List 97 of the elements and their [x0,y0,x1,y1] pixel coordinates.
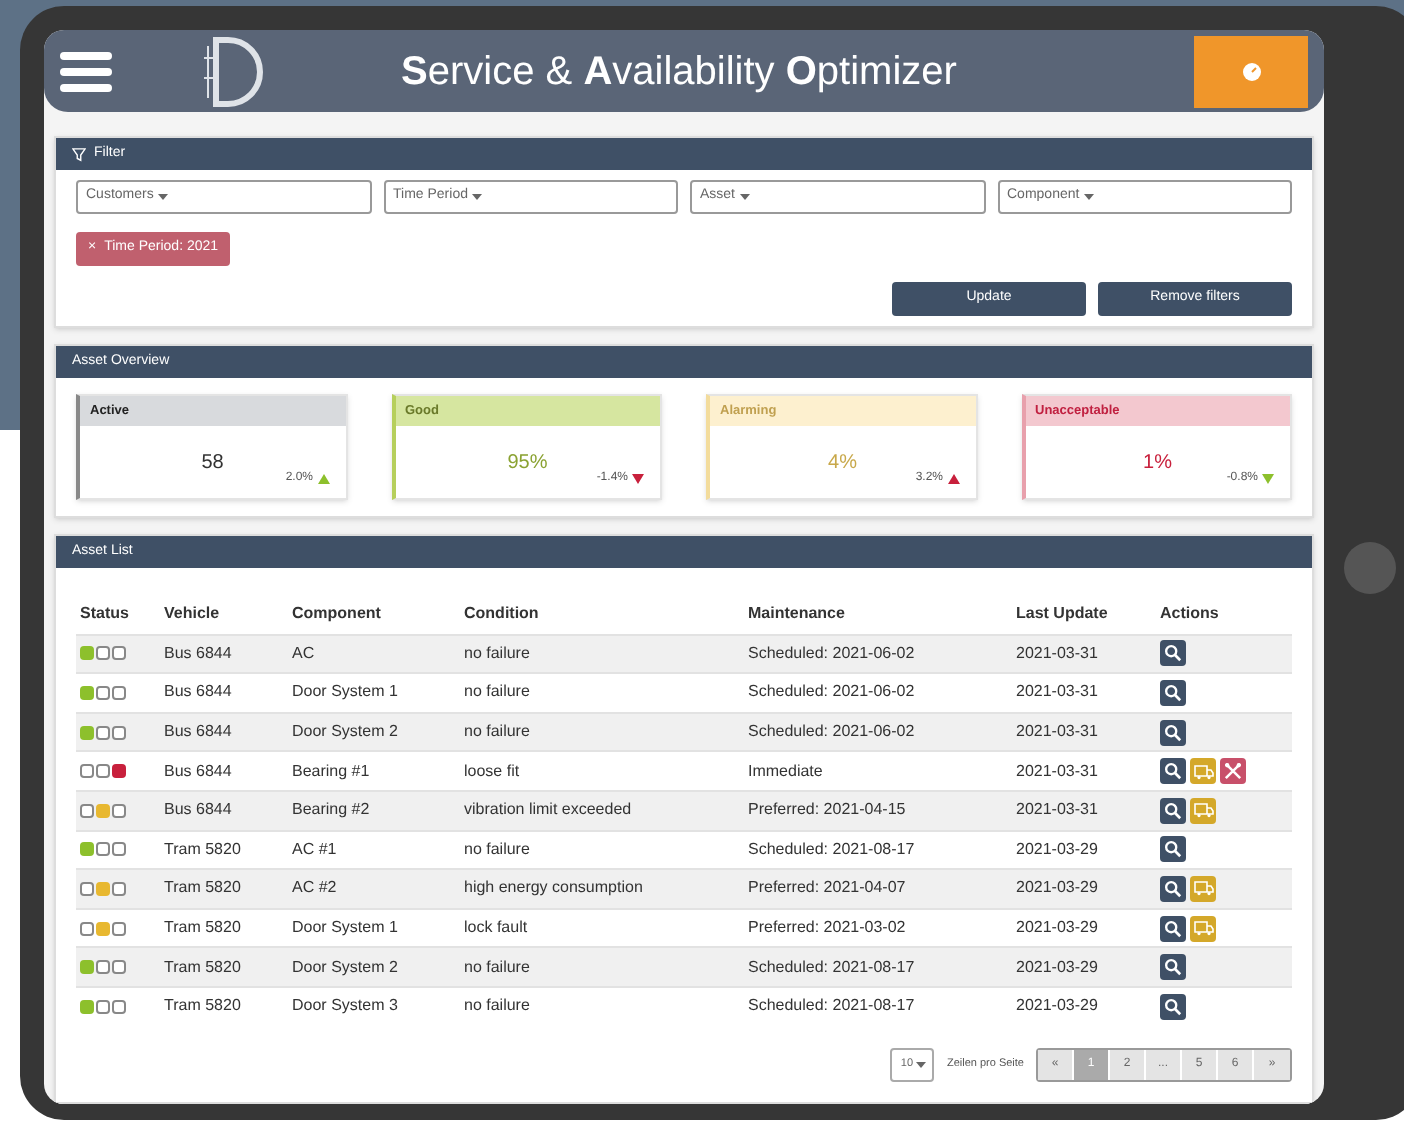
search-button[interactable] [1160,915,1186,942]
table-cell: Bearing #2 [288,790,460,831]
table-cell: 2021-03-31 [1012,673,1156,713]
gauge-icon [1241,61,1261,82]
search-icon [1164,644,1182,663]
table-cell: Bus 6844 [160,712,288,752]
table-cell: Bus 6844 [160,634,288,674]
table-cell: AC #2 [288,869,460,909]
table-cell: Bus 6844 [160,673,288,713]
search-button[interactable] [1160,640,1186,667]
table-cell: 2021-03-31 [1012,634,1156,674]
kpi-value: 58 [201,449,224,478]
column-header: Component [288,596,460,635]
search-icon [1164,801,1182,820]
search-icon [1164,840,1182,859]
table-cell: Tram 5820 [160,947,288,987]
van-icon [1193,880,1213,897]
table-cell: Bearing #1 [288,751,460,791]
table-cell: no failure [460,947,744,987]
table-cell: Scheduled: 2021-06-02 [744,673,1012,713]
column-header: Status [76,596,160,635]
search-icon [1164,683,1182,702]
search-button[interactable] [1160,758,1186,785]
kpi-value: 4% [828,449,857,478]
search-icon [1164,762,1182,781]
kpi-value: 1% [1143,449,1172,478]
table-cell: Door System 1 [288,673,460,713]
tools-icon [1224,762,1242,781]
caret-icon [739,193,750,202]
column-header: Maintenance [744,596,1012,635]
table-cell: Preferred: 2021-04-15 [744,790,1012,831]
menu-icon[interactable] [60,49,112,94]
table-cell: 2021-03-31 [1012,712,1156,752]
van-icon [1193,763,1213,780]
table-cell: vibration limit exceeded [460,790,744,831]
caret-icon [1083,193,1094,202]
table-cell: lock fault [460,908,744,948]
table-cell: Door System 1 [288,908,460,948]
table-cell: 2021-03-31 [1012,790,1156,831]
app-title: Service & Availability Optimizer [399,47,959,98]
search-button[interactable] [1160,719,1186,746]
column-header: Condition [460,596,744,635]
table-cell: no failure [460,830,744,870]
table-cell: Preferred: 2021-03-02 [744,908,1012,948]
table-cell: high energy consumption [460,869,744,909]
table-cell: 2021-03-31 [1012,751,1156,791]
table-cell: Tram 5820 [160,986,288,1026]
table-cell: Scheduled: 2021-06-02 [744,712,1012,752]
search-button[interactable] [1160,679,1186,706]
table-cell: Door System 3 [288,986,460,1026]
van-icon [1193,802,1213,819]
table-cell: Bus 6844 [160,790,288,831]
search-icon [1164,919,1182,938]
search-button[interactable] [1160,836,1186,863]
table-cell: Scheduled: 2021-08-17 [744,986,1012,1026]
table-cell: Immediate [744,751,1012,791]
table-cell: Tram 5820 [160,869,288,909]
table-cell: Tram 5820 [160,830,288,870]
logo-icon [200,33,264,110]
column-header: Last Update [1012,596,1156,635]
table-cell: AC #1 [288,830,460,870]
table-cell: no failure [460,712,744,752]
search-icon [1164,997,1182,1016]
table-cell: 2021-03-29 [1012,986,1156,1026]
table-cell: Door System 2 [288,712,460,752]
repair-button[interactable] [1220,758,1246,785]
table-cell: no failure [460,986,744,1026]
table-cell: loose fit [460,751,744,791]
search-icon [1164,958,1182,977]
filter-icon [72,147,86,162]
column-header: Actions [1156,596,1292,635]
caret-icon [471,193,482,202]
search-icon [1164,879,1182,898]
table-cell: Scheduled: 2021-06-02 [744,634,1012,674]
caret-icon [915,1061,926,1069]
search-button[interactable] [1160,797,1186,824]
table-cell: 2021-03-29 [1012,908,1156,948]
table-cell: no failure [460,673,744,713]
caret-icon [157,193,168,202]
table-cell: Door System 2 [288,947,460,987]
column-header: Vehicle [160,596,288,635]
table-cell: Bus 6844 [160,751,288,791]
table-cell: Scheduled: 2021-08-17 [744,830,1012,870]
table-cell: no failure [460,634,744,674]
table-cell: 2021-03-29 [1012,947,1156,987]
table-cell: AC [288,634,460,674]
van-icon [1193,920,1213,937]
search-button[interactable] [1160,993,1186,1020]
table-cell: Scheduled: 2021-08-17 [744,947,1012,987]
search-button[interactable] [1160,954,1186,981]
table-cell: 2021-03-29 [1012,830,1156,870]
table-cell: Tram 5820 [160,908,288,948]
search-icon [1164,723,1182,742]
table-cell: 2021-03-29 [1012,869,1156,909]
table-cell: Preferred: 2021-04-07 [744,869,1012,909]
kpi-value: 95% [507,449,548,478]
search-button[interactable] [1160,875,1186,902]
